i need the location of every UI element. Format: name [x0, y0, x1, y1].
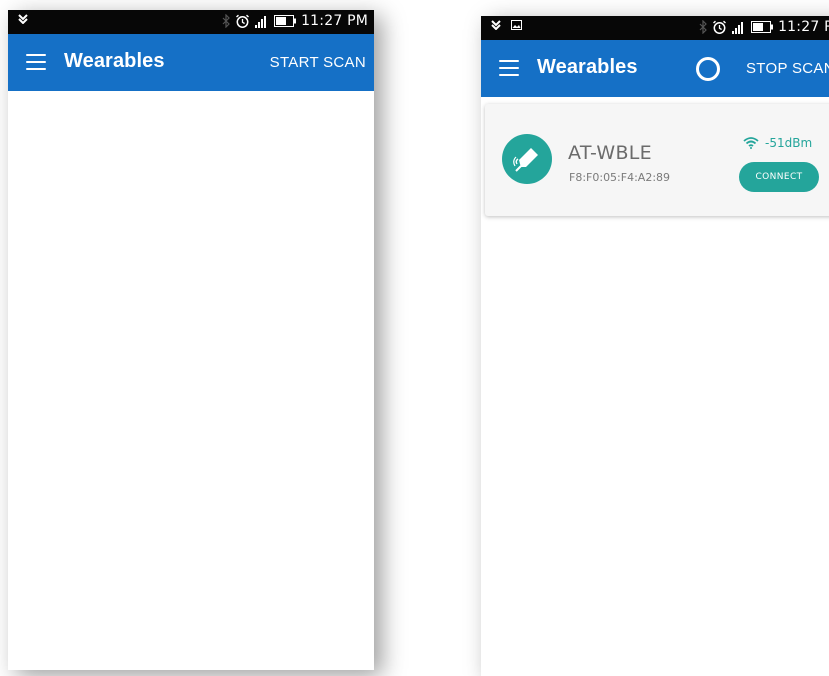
rssi-indicator: -51dBm — [743, 136, 812, 150]
app-title: Wearables — [64, 50, 165, 72]
connect-button[interactable]: CONNECT — [739, 162, 819, 192]
stop-scan-button[interactable]: STOP SCAN — [746, 60, 829, 77]
image-icon — [511, 20, 522, 30]
app-bar: Wearables START SCAN — [8, 34, 374, 91]
alarm-icon — [236, 14, 250, 28]
alarm-icon — [713, 20, 727, 34]
status-time: 11:27 PM — [778, 19, 829, 35]
status-time: 11:27 PM — [301, 13, 368, 29]
scanning-spinner-icon — [696, 57, 720, 81]
rssi-value: -51dBm — [765, 136, 813, 150]
signal-icon — [255, 15, 267, 28]
device-card[interactable]: AT-WBLE F8:F0:05:F4:A2:89 -51dBm CONNECT — [485, 104, 829, 216]
wifi-signal-icon — [743, 137, 759, 149]
bluetooth-icon — [222, 14, 230, 28]
hamburger-menu-icon[interactable] — [499, 60, 519, 76]
device-mac-address: F8:F0:05:F4:A2:89 — [569, 171, 671, 184]
bluetooth-icon — [699, 20, 707, 34]
notification-icon — [18, 14, 28, 24]
app-title: Wearables — [537, 56, 638, 78]
battery-icon — [274, 15, 297, 27]
status-bar: 11:27 PM — [481, 16, 829, 40]
left-phone-screen: 11:27 PM Wearables START SCAN — [8, 10, 374, 670]
app-bar: Wearables STOP SCAN — [481, 40, 829, 97]
pen-icon — [513, 148, 538, 172]
status-bar: 11:27 PM — [8, 10, 374, 34]
device-avatar — [502, 134, 552, 184]
battery-icon — [751, 21, 774, 33]
start-scan-button[interactable]: START SCAN — [270, 54, 366, 71]
device-name: AT-WBLE — [568, 142, 652, 164]
signal-icon — [732, 21, 744, 34]
notification-icon — [491, 20, 501, 30]
right-phone-screen: 11:27 PM Wearables STOP SCAN AT-WBLE F8:… — [481, 16, 829, 676]
hamburger-menu-icon[interactable] — [26, 54, 46, 70]
